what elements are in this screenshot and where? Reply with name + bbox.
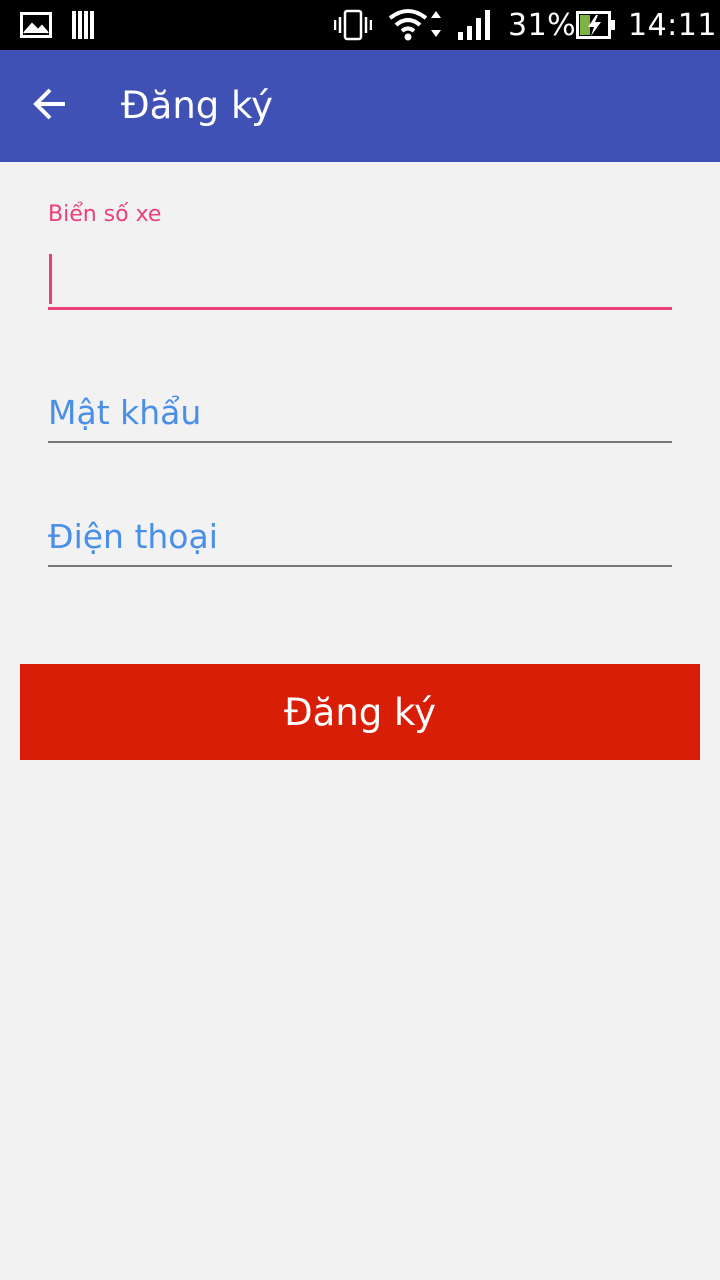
status-bar: 31% 14:11 [0,0,720,50]
storage-icon [72,0,96,50]
signal-icon [458,0,492,50]
register-button[interactable]: Đăng ký [20,664,700,760]
password-input[interactable] [48,386,672,438]
vibrate-icon [334,0,372,50]
plate-underline [48,307,672,310]
image-icon [20,0,52,50]
arrow-back-icon [32,86,68,126]
app-bar: Đăng ký [0,50,720,162]
password-field [48,386,672,446]
plate-input[interactable] [48,256,672,300]
phone-underline [48,565,672,567]
back-button[interactable] [22,78,78,134]
phone-input[interactable] [48,510,672,562]
clock: 14:11 [628,7,717,43]
text-cursor [49,254,52,304]
plate-label: Biển số xe [48,202,162,227]
password-underline [48,441,672,443]
page-title: Đăng ký [121,84,274,127]
battery-charging-icon [576,0,616,50]
battery-percent: 31% [508,7,577,43]
phone-field [48,510,672,570]
plate-field: Biển số xe [48,200,672,314]
wifi-icon [388,0,444,50]
